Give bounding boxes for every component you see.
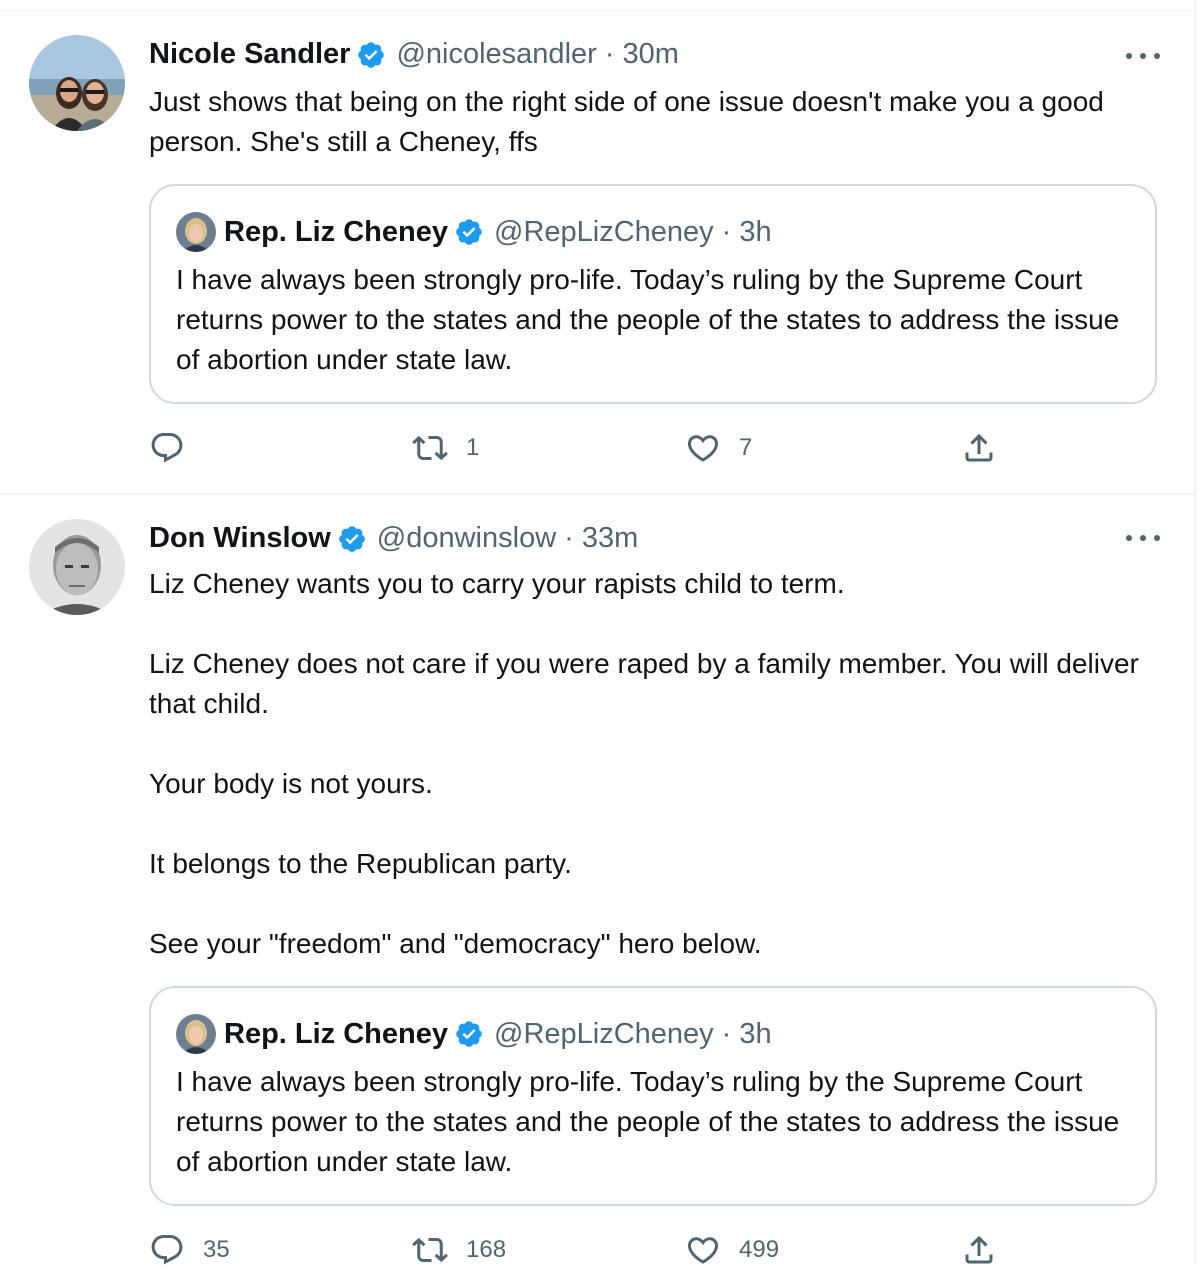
quoted-author-handle: @RepLizCheney xyxy=(494,1017,714,1050)
tweet-paragraph: It belongs to the Republican party. xyxy=(149,848,572,879)
reply-button[interactable] xyxy=(149,430,203,466)
tweet-header: Nicole Sandler @nicolesandler · 30m xyxy=(149,38,679,71)
like-button[interactable]: 7 xyxy=(685,430,752,466)
tweet-paragraph: Liz Cheney does not care if you were rap… xyxy=(149,648,1139,719)
timestamp[interactable]: 30m xyxy=(622,38,678,71)
quoted-avatar xyxy=(176,1014,216,1054)
share-icon xyxy=(965,1235,993,1264)
quoted-tweet-text: I have always been strongly pro-life. To… xyxy=(176,1066,1120,1177)
quoted-tweet-header: Rep. Liz Cheney @RepLizCheney · 3h xyxy=(176,1014,772,1054)
tweet-paragraph: See your "freedom" and "democracy" hero … xyxy=(149,928,762,959)
timestamp[interactable]: 33m xyxy=(582,522,638,555)
verified-badge-icon xyxy=(456,219,482,245)
tweet-paragraph: Just shows that being on the right side … xyxy=(149,86,1104,157)
quoted-tweet-header: Rep. Liz Cheney @RepLizCheney · 3h xyxy=(176,212,772,252)
quoted-tweet[interactable]: Rep. Liz Cheney @RepLizCheney · 3h I hav… xyxy=(149,986,1157,1206)
reply-icon xyxy=(151,1235,183,1265)
tweet-actions: 35 168 499 xyxy=(149,1232,1049,1272)
like-count: 7 xyxy=(739,434,753,461)
retweet-icon xyxy=(412,1237,448,1263)
quoted-timestamp: 3h xyxy=(739,1017,772,1050)
retweet-count: 168 xyxy=(466,1236,507,1263)
quoted-avatar xyxy=(176,212,216,252)
tweet-paragraph: Your body is not yours. xyxy=(149,768,433,799)
like-count: 499 xyxy=(739,1236,780,1263)
tweet-text: Liz Cheney wants you to carry your rapis… xyxy=(149,564,1139,964)
like-icon xyxy=(687,1237,719,1264)
more-options-icon[interactable] xyxy=(1126,533,1160,543)
retweet-count: 1 xyxy=(466,434,480,461)
retweet-button[interactable]: 168 xyxy=(412,1232,506,1268)
retweet-icon xyxy=(412,435,448,461)
verified-badge-icon xyxy=(358,41,385,68)
timeline-right-border xyxy=(1194,0,1196,1264)
tweet-paragraph: Liz Cheney wants you to carry your rapis… xyxy=(149,568,845,599)
separator: · xyxy=(604,38,615,70)
reply-count: 35 xyxy=(203,1236,230,1263)
share-button[interactable] xyxy=(961,1232,997,1268)
avatar[interactable] xyxy=(29,519,125,615)
reply-button[interactable]: 35 xyxy=(149,1232,230,1268)
avatar[interactable] xyxy=(29,35,125,131)
author-handle[interactable]: @nicolesandler xyxy=(396,38,596,71)
quoted-author-name: Rep. Liz Cheney xyxy=(224,1017,448,1050)
like-button[interactable]: 499 xyxy=(685,1232,779,1268)
quoted-tweet[interactable]: Rep. Liz Cheney @RepLizCheney · 3h I hav… xyxy=(149,184,1157,404)
author-name[interactable]: Don Winslow xyxy=(149,522,331,555)
quoted-author-name: Rep. Liz Cheney xyxy=(224,215,448,248)
quoted-tweet-text: I have always been strongly pro-life. To… xyxy=(176,264,1120,375)
author-handle[interactable]: @donwinslow xyxy=(377,522,556,555)
reply-icon xyxy=(151,433,183,463)
separator: · xyxy=(564,522,574,554)
tweet[interactable]: Nicole Sandler @nicolesandler · 30m Just… xyxy=(0,11,1194,495)
more-options-icon[interactable] xyxy=(1126,51,1160,61)
quoted-author-handle: @RepLizCheney xyxy=(494,215,714,248)
like-icon xyxy=(687,435,719,462)
separator: · xyxy=(721,215,732,248)
share-button[interactable] xyxy=(961,430,997,466)
tweet-header: Don Winslow @donwinslow · 33m xyxy=(149,522,638,555)
separator: · xyxy=(721,1017,732,1050)
verified-badge-icon xyxy=(338,525,365,552)
verified-badge-icon xyxy=(456,1021,482,1047)
tweet-actions: 1 7 xyxy=(149,430,1049,470)
retweet-button[interactable]: 1 xyxy=(412,430,479,466)
author-name[interactable]: Nicole Sandler xyxy=(149,38,350,71)
tweet-text: Just shows that being on the right side … xyxy=(149,82,1139,162)
tweet[interactable]: Don Winslow @donwinslow · 33m Liz Cheney… xyxy=(0,495,1194,1265)
share-icon xyxy=(965,433,993,462)
quoted-timestamp: 3h xyxy=(739,215,772,248)
